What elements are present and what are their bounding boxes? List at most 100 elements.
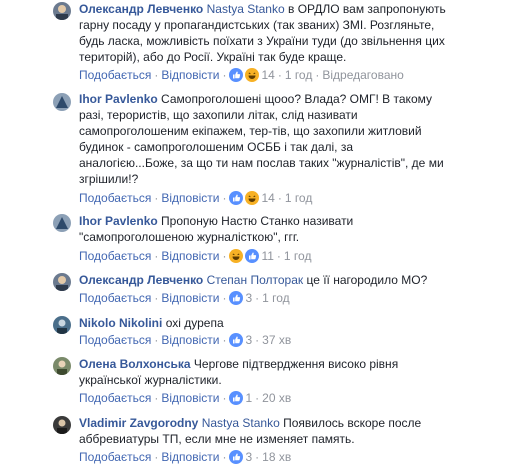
separator: ·	[255, 291, 260, 305]
reply-button[interactable]: Відповісти	[161, 191, 219, 205]
like-button[interactable]: Подобається	[79, 191, 151, 205]
comment-text: "самопроголошеною журналісткою", ггг.	[79, 230, 300, 244]
comment-text: самопроголошеним екіпажем, тер-тів, що з…	[79, 124, 422, 138]
like-icon[interactable]	[229, 391, 244, 405]
avatar[interactable]	[53, 357, 71, 375]
like-icon[interactable]	[229, 291, 244, 305]
comment-author[interactable]: Vladimir Zavgorodny	[79, 416, 198, 430]
like-icon[interactable]	[229, 191, 244, 205]
comment-actions: Подобається · Відповісти · 3 · 18 хв	[79, 449, 291, 465]
comment-author[interactable]: Олександр Левченко	[79, 273, 203, 287]
separator: ·	[277, 191, 282, 205]
comment-body: Олександр Левченко Степан Полторак це її…	[79, 272, 499, 288]
reaction-count[interactable]: 1	[245, 391, 252, 405]
separator: ·	[276, 249, 281, 263]
like-icon[interactable]	[229, 333, 244, 347]
avatar[interactable]	[53, 214, 71, 232]
timestamp[interactable]: 1 год	[285, 191, 313, 205]
comment-mention[interactable]: Nastya Stanko	[207, 2, 285, 16]
separator: ·	[154, 249, 159, 263]
separator: ·	[222, 249, 227, 263]
comment-author[interactable]: Олена Волхонська	[79, 357, 191, 371]
separator: ·	[255, 391, 260, 405]
comment-actions: Подобається · Відповісти · 11 · 1 год	[79, 248, 311, 264]
comment-body: Nikolo Nikolini охі дурепа	[79, 315, 499, 331]
avatar[interactable]	[53, 316, 71, 334]
comment-text: Появилось вскоре после	[283, 416, 422, 430]
reply-button[interactable]: Відповісти	[161, 333, 219, 347]
reply-button[interactable]: Відповісти	[161, 68, 219, 82]
comment-text: Чергове підтвердження високо рівня	[193, 357, 399, 371]
separator: ·	[222, 68, 227, 82]
like-icon[interactable]	[229, 68, 244, 82]
comment-author[interactable]: Ihor Pavlenko	[79, 92, 158, 106]
separator: ·	[154, 333, 159, 347]
like-icon[interactable]	[245, 249, 260, 263]
comment-text: територій), або до Росії. Україні так бу…	[79, 50, 347, 64]
comment-text: охі дурепа	[165, 316, 224, 330]
reply-button[interactable]: Відповісти	[161, 391, 219, 405]
like-button[interactable]: Подобається	[79, 333, 151, 347]
comment-text: будинок - самопроголошеним ОСББ і так да…	[79, 140, 354, 154]
separator: ·	[255, 450, 260, 464]
like-button[interactable]: Подобається	[79, 391, 151, 405]
comment-body: Олена Волхонська Чергове підтвердження в…	[79, 356, 499, 388]
comment-text: згрішили!?	[79, 172, 139, 186]
separator: ·	[154, 68, 159, 82]
separator: ·	[154, 391, 159, 405]
comment-text: аналогією...Боже, за що ти нам послав та…	[79, 156, 444, 170]
reaction-count[interactable]: 14	[261, 191, 274, 205]
reply-button[interactable]: Відповісти	[161, 450, 219, 464]
reaction-count[interactable]: 3	[245, 291, 252, 305]
timestamp[interactable]: 1 год	[262, 291, 290, 305]
comment-text: аббревиатуры ТП, если мне не изменяет па…	[79, 432, 355, 446]
reaction-count[interactable]: 3	[245, 450, 252, 464]
separator: ·	[222, 291, 227, 305]
comment-author[interactable]: Олександр Левченко	[79, 2, 203, 16]
timestamp[interactable]: 18 хв	[262, 450, 291, 464]
reaction-count[interactable]: 11	[261, 249, 273, 263]
timestamp[interactable]: 37 хв	[262, 333, 291, 347]
haha-icon[interactable]	[245, 68, 260, 82]
reaction-count[interactable]: 3	[245, 333, 252, 347]
avatar[interactable]	[53, 2, 71, 20]
comment-mention[interactable]: Nastya Stanko	[202, 416, 280, 430]
comment-text: гарну посаду у пропагандистських (так зв…	[79, 18, 435, 32]
separator: ·	[255, 333, 260, 347]
separator: ·	[222, 391, 227, 405]
comment-body: Ihor Pavlenko Пропоную Настю Станко нази…	[79, 213, 499, 245]
comment-actions: Подобається · Відповісти · 14 · 1 год · Відредаг…	[79, 67, 404, 83]
like-icon[interactable]	[229, 450, 244, 464]
separator: ·	[222, 191, 227, 205]
comment-actions: Подобається · Відповісти · 1 · 20 хв	[79, 390, 291, 406]
separator: ·	[154, 291, 159, 305]
like-button[interactable]: Подобається	[79, 68, 151, 82]
separator: ·	[154, 191, 159, 205]
like-button[interactable]: Подобається	[79, 291, 151, 305]
reply-button[interactable]: Відповісти	[161, 291, 219, 305]
timestamp[interactable]: 1 год	[284, 249, 312, 263]
avatar[interactable]	[53, 273, 71, 291]
avatar[interactable]	[53, 93, 71, 111]
comment-body: Ihor Pavlenko Самопроголошені щоoo? Влад…	[79, 91, 499, 187]
comment-actions: Подобається · Відповісти · 14 · 1 год	[79, 190, 312, 206]
comment-mention[interactable]: Степан Полторак	[207, 273, 304, 287]
haha-icon[interactable]	[229, 249, 244, 263]
reply-button[interactable]: Відповісти	[161, 249, 219, 263]
reaction-count[interactable]: 14	[261, 68, 274, 82]
timestamp[interactable]: 1 год	[285, 68, 313, 82]
haha-icon[interactable]	[245, 191, 260, 205]
avatar[interactable]	[53, 416, 71, 434]
comment-author[interactable]: Ihor Pavlenko	[79, 214, 158, 228]
separator: ·	[154, 450, 159, 464]
like-button[interactable]: Подобається	[79, 450, 151, 464]
comment-actions: Подобається · Відповісти · 3 · 1 год	[79, 290, 290, 306]
comment-author[interactable]: Nikolo Nikolini	[79, 316, 162, 330]
comment-text: разі, терористів, що захопили літак, слі…	[79, 108, 358, 122]
like-button[interactable]: Подобається	[79, 249, 151, 263]
separator: ·	[315, 68, 320, 82]
timestamp[interactable]: 20 хв	[262, 391, 291, 405]
separator: ·	[222, 450, 227, 464]
comment-text: в ОРДЛО вам запропонують	[288, 2, 446, 16]
comment-text: Самопроголошені щоoo? Влада? ОМГ! В тако…	[161, 92, 432, 106]
